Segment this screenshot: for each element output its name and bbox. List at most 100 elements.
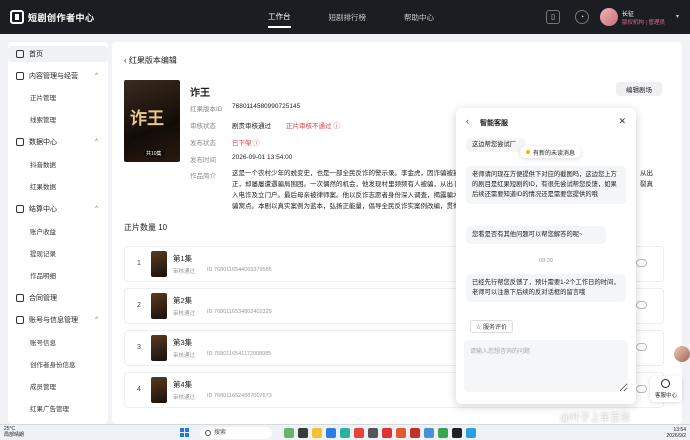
- intro-label: 作品简介: [190, 173, 216, 180]
- sidebar-group-account[interactable]: 账号与信息管理 ^: [8, 312, 108, 328]
- account-icon: [16, 316, 24, 324]
- info-icon: ⓘ: [333, 123, 340, 130]
- service-center-button[interactable]: 客服中心: [650, 376, 682, 402]
- app-icon[interactable]: [410, 428, 420, 438]
- folder-icon: [16, 72, 24, 80]
- sidebar-item-earnings[interactable]: 账户收益: [30, 226, 56, 236]
- cloud-icon[interactable]: [636, 385, 647, 393]
- sidebar-group-label: 内容管理与经营: [29, 73, 78, 80]
- edge-icon[interactable]: [340, 428, 350, 438]
- chevron-down-icon[interactable]: ▾: [676, 13, 679, 20]
- sidebar-item-label: 合同管理: [29, 295, 57, 302]
- nav-ranking[interactable]: 短剧排行榜: [329, 8, 367, 27]
- unread-dot-icon: [526, 150, 530, 154]
- chat-input[interactable]: [464, 340, 628, 392]
- app-icon[interactable]: [396, 428, 406, 438]
- app-icon[interactable]: [284, 428, 294, 438]
- publish-status[interactable]: 已下架 ⓘ: [232, 137, 260, 147]
- windows-start-icon[interactable]: [180, 428, 190, 438]
- sidebar-item-leads[interactable]: 线索管理: [30, 114, 56, 124]
- time-value: 2026-09-01 13:54:00: [232, 154, 293, 161]
- app-icon[interactable]: [424, 428, 434, 438]
- chart-icon: [16, 138, 24, 146]
- app-icon[interactable]: [382, 428, 392, 438]
- sidebar-item-douyin-data[interactable]: 抖音数据: [30, 159, 56, 169]
- chat-message: 这边帮您尝试厂: [466, 138, 526, 152]
- sidebar-item-works[interactable]: 作品明细: [30, 270, 56, 280]
- sidebar-item-members[interactable]: 成员管理: [30, 381, 56, 391]
- weather-widget[interactable]: 25°C 局部晴朗: [4, 426, 24, 438]
- user-org: 版权机构 | 管理员: [622, 20, 665, 26]
- episode-number: 3: [137, 344, 141, 351]
- logo[interactable]: 短剧创作者中心: [10, 10, 95, 24]
- sidebar: 首页 内容管理与经营 ^ 正片管理 线索管理 数据中心 ^ 抖音数据 红果数据 …: [8, 42, 108, 424]
- app-icon[interactable]: [368, 428, 378, 438]
- chat-header: ‹ 智能客服 ✕: [456, 108, 636, 136]
- episode-thumbnail: [151, 293, 167, 319]
- chevron-left-icon[interactable]: ‹: [466, 116, 469, 126]
- edit-theater-button[interactable]: 编辑剧场: [616, 82, 662, 96]
- publish-label: 发布状态: [190, 140, 216, 147]
- episode-name: 第4集: [173, 380, 193, 389]
- wallet-icon: [16, 205, 24, 213]
- episode-status: 审核通过: [173, 269, 196, 275]
- contract-icon: [16, 294, 24, 302]
- wechat-icon[interactable]: [438, 428, 448, 438]
- browser-icon[interactable]: [326, 428, 336, 438]
- id-label: 红果版本ID: [190, 106, 223, 113]
- nav-workbench[interactable]: 工作台: [268, 7, 291, 28]
- sidebar-item-ads[interactable]: 红果广告管理: [30, 403, 69, 413]
- unread-messages-pill[interactable]: 有新的未读消息: [520, 146, 582, 158]
- cover-episode-tag: 共10集: [144, 150, 164, 157]
- avatar[interactable]: [600, 8, 618, 26]
- sidebar-group-label: 数据中心: [29, 139, 57, 146]
- back-button[interactable]: ‹ 红果版本编辑: [124, 55, 177, 66]
- cloud-icon[interactable]: [636, 259, 647, 267]
- sidebar-group-data[interactable]: 数据中心 ^: [8, 134, 108, 150]
- sidebar-item-home[interactable]: 首页: [8, 46, 108, 62]
- folder-icon[interactable]: [312, 428, 322, 438]
- app-icon[interactable]: [298, 428, 308, 438]
- sidebar-item-contracts[interactable]: 合同管理: [8, 290, 108, 306]
- notification-icon[interactable]: ◔: [575, 10, 589, 24]
- app-icon[interactable]: [354, 428, 364, 438]
- watermark: @叶子上车百货: [560, 413, 631, 424]
- info-icon: ⓘ: [253, 140, 260, 147]
- episode-status: 审核通过: [173, 395, 196, 401]
- app-icon[interactable]: [452, 428, 462, 438]
- sidebar-group-label: 结算中心: [29, 206, 57, 213]
- cloud-icon[interactable]: [636, 343, 647, 351]
- taskbar-clock[interactable]: 13:54 2026/9/2: [652, 427, 686, 439]
- sidebar-item-account-info[interactable]: 账号信息: [30, 337, 56, 347]
- nav-help[interactable]: 帮助中心: [404, 8, 434, 27]
- sidebar-group-settlement[interactable]: 结算中心 ^: [8, 201, 108, 217]
- close-icon[interactable]: ✕: [618, 116, 626, 127]
- drama-cover: 诈王 共10集: [124, 80, 180, 162]
- episode-count-title: 正片数量 10: [124, 223, 168, 232]
- cloud-icon[interactable]: [636, 301, 647, 309]
- taskbar-search[interactable]: 搜索: [200, 427, 272, 439]
- sidebar-item-creator-identity[interactable]: 创作者身份信息: [30, 359, 76, 369]
- user-name: 长征: [622, 12, 635, 18]
- review-value: 剧责审核通过: [232, 123, 271, 130]
- logo-text: 短剧创作者中心: [28, 12, 95, 23]
- rate-service-button[interactable]: ☆ 服务评价: [470, 320, 514, 333]
- phone-icon[interactable]: ▯: [546, 10, 560, 24]
- review-warning[interactable]: 正片审核不通过 ⓘ: [286, 120, 340, 130]
- app-icon[interactable]: [466, 428, 476, 438]
- headset-icon: [661, 379, 670, 388]
- sidebar-item-withdrawals[interactable]: 提现记录: [30, 248, 56, 258]
- sidebar-item-episodes[interactable]: 正片管理: [30, 92, 56, 102]
- episode-thumbnail: [151, 377, 167, 403]
- assistant-avatar[interactable]: [674, 346, 690, 362]
- id-value: 7680114580990725145: [232, 103, 301, 110]
- page-title: 红果版本编辑: [128, 56, 177, 65]
- sidebar-group-content[interactable]: 内容管理与经营 ^: [8, 68, 108, 84]
- sidebar-item-hongguo-data[interactable]: 红果数据: [30, 181, 56, 191]
- sidebar-group-label: 账号与信息管理: [29, 317, 78, 324]
- chevron-up-icon: ^: [95, 317, 98, 323]
- time-label: 发布时间: [190, 157, 216, 164]
- episode-name: 第1集: [173, 254, 193, 263]
- intro-text-right: 从出 裂真: [640, 170, 653, 188]
- episode-number: 4: [137, 386, 141, 393]
